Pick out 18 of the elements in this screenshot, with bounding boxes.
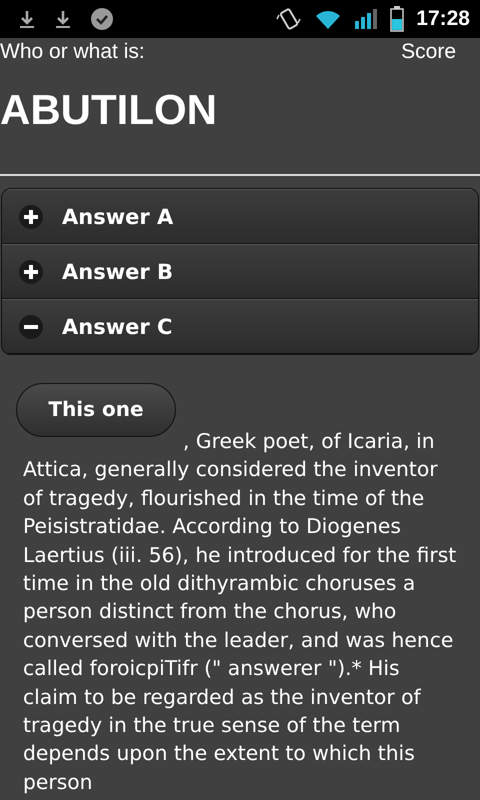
answer-header[interactable]: Answer A: [2, 189, 478, 244]
signal-icon: [354, 8, 378, 30]
expand-icon: [18, 258, 44, 284]
wifi-icon: [314, 8, 342, 30]
question-prompt: Who or what is:: [0, 40, 145, 64]
battery-icon: [390, 6, 404, 32]
download-icon: [18, 9, 36, 29]
answer-header[interactable]: Answer C: [2, 299, 478, 354]
question-term: ABUTILON: [0, 85, 218, 135]
vibrate-icon: [276, 7, 302, 31]
score-label: Score: [401, 40, 456, 64]
clock-time: 17:28: [416, 7, 470, 31]
expand-icon: [18, 204, 44, 230]
chat-check-icon: [90, 7, 114, 31]
answer-header[interactable]: Answer B: [2, 244, 478, 299]
collapse-icon: [18, 314, 44, 340]
download-icon: [54, 9, 72, 29]
this-one-button[interactable]: This one: [16, 383, 176, 437]
